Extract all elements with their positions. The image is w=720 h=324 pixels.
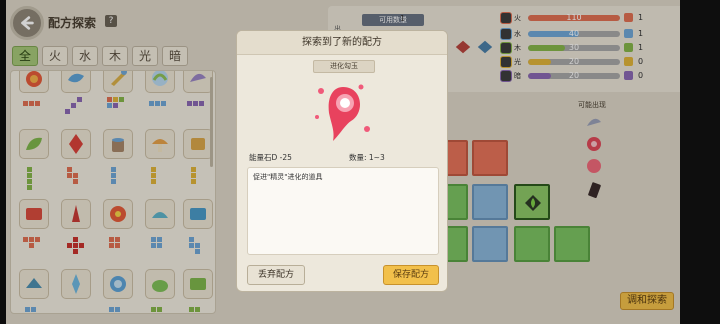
item-name-tag: 进化勾玉 — [313, 60, 375, 73]
description-text: 促进"精灵"进化的道具 — [253, 173, 323, 181]
discard-recipe-button[interactable]: 丢弃配方 — [247, 265, 305, 285]
recipe-explore-screen: 配方探索 ? 全 火 水 木 光 暗 出 可用数量 1 火 110 1 水 40… — [6, 0, 680, 324]
item-description: 促进"精灵"进化的道具 — [247, 167, 439, 255]
evolution-magatama-icon — [315, 84, 370, 141]
quantity-range: 数量: 1~3 — [349, 153, 385, 162]
save-recipe-button[interactable]: 保存配方 — [383, 265, 439, 285]
device-bezel-right — [680, 0, 720, 324]
new-recipe-dialog: 探索到了新的配方 进化勾玉 能量石D -25 数量: 1~3 促进"精灵"进化的… — [236, 30, 448, 292]
energy-cost: 能量石D -25 — [249, 153, 292, 162]
dialog-title: 探索到了新的配方 — [237, 31, 447, 55]
